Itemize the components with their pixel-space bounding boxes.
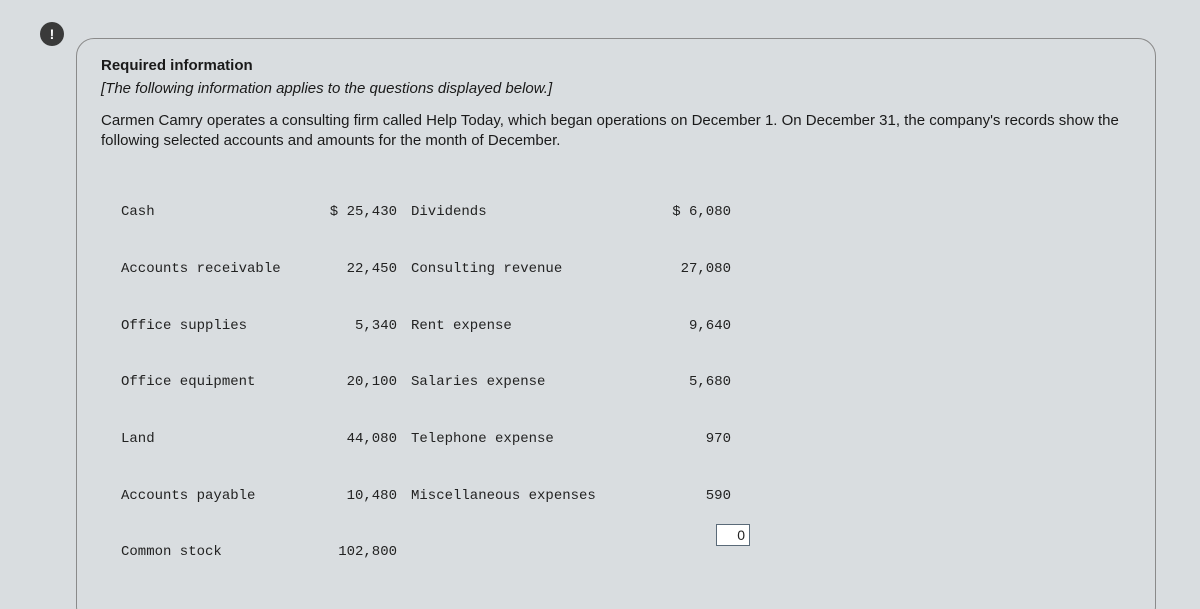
acct-name: Cash: [121, 203, 321, 222]
acct-name: Dividends: [411, 203, 641, 222]
acct-name: Consulting revenue: [411, 260, 641, 279]
acct-amt: [641, 543, 731, 562]
acct-amt: 22,450: [321, 260, 411, 279]
acct-amt: 20,100: [321, 373, 411, 392]
required-info-subtitle: [The following information applies to th…: [101, 80, 1131, 97]
required-info-title: Required information: [101, 57, 1131, 74]
acct-name: Telephone expense: [411, 430, 641, 449]
acct-amt: 5,340: [321, 317, 411, 336]
zero-output-cell[interactable]: 0: [716, 524, 750, 546]
acct-amt: $ 25,430: [321, 203, 411, 222]
acct-name: Office equipment: [121, 373, 321, 392]
required-info-box: Required information [The following info…: [76, 38, 1156, 609]
acct-amt: 27,080: [641, 260, 731, 279]
acct-amt: 590: [641, 487, 731, 506]
info-icon: !: [40, 22, 64, 46]
acct-name: Miscellaneous expenses: [411, 487, 641, 506]
acct-amt: 5,680: [641, 373, 731, 392]
acct-amt: 44,080: [321, 430, 411, 449]
acct-name: Common stock: [121, 543, 321, 562]
acct-name: Salaries expense: [411, 373, 641, 392]
accounts-table: Cash$ 25,430Dividends$ 6,080 Accounts re…: [121, 166, 1131, 600]
acct-name: [411, 543, 641, 562]
acct-name: Office supplies: [121, 317, 321, 336]
acct-name: Accounts payable: [121, 487, 321, 506]
acct-amt: 10,480: [321, 487, 411, 506]
required-info-intro: Carmen Camry operates a consulting firm …: [101, 111, 1131, 152]
acct-amt: 970: [641, 430, 731, 449]
acct-amt: 9,640: [641, 317, 731, 336]
acct-name: Rent expense: [411, 317, 641, 336]
acct-amt: $ 6,080: [641, 203, 731, 222]
acct-amt: 102,800: [321, 543, 411, 562]
acct-name: Land: [121, 430, 321, 449]
acct-name: Accounts receivable: [121, 260, 321, 279]
